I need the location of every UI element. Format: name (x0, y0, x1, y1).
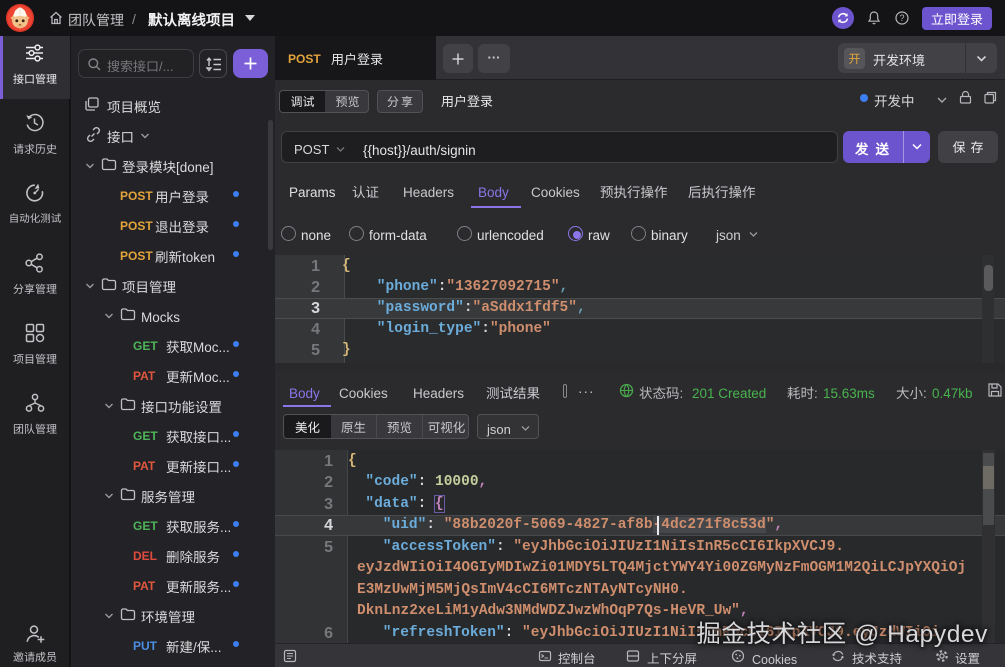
svg-text:?: ? (899, 13, 904, 23)
